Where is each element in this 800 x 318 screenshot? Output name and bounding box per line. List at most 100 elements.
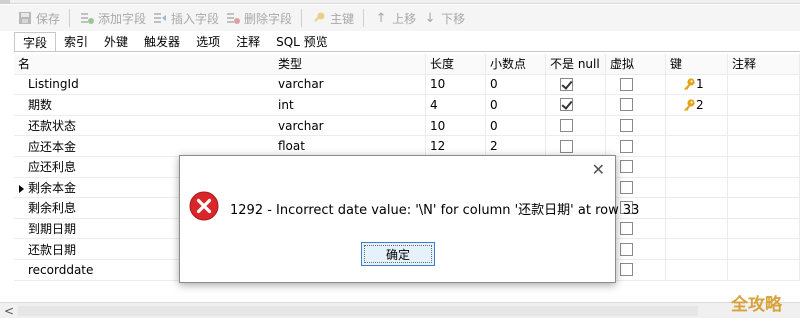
error-message: 1292 - Incorrect date value: '\N' for co… xyxy=(230,203,640,218)
add-field-button[interactable]: 添加字段 xyxy=(76,7,149,29)
primary-key-label: 主键 xyxy=(330,11,355,26)
cell-decimals[interactable]: 0 xyxy=(486,74,546,95)
horizontal-scrollbar[interactable]: < xyxy=(0,302,800,318)
cell-name[interactable]: 期数 xyxy=(14,95,264,115)
move-up-button[interactable]: ↑ 上移 xyxy=(370,7,419,29)
arrow-down-icon: ↓ xyxy=(424,10,436,26)
cell-type[interactable]: varchar xyxy=(274,115,426,136)
header-key[interactable]: 键 xyxy=(666,54,728,74)
key-icon xyxy=(311,10,327,26)
save-button[interactable]: 保存 xyxy=(14,7,63,29)
move-down-label: 下移 xyxy=(441,11,466,26)
cell-comment[interactable] xyxy=(728,156,800,177)
virtual-checkbox[interactable] xyxy=(620,242,633,256)
table-row[interactable]: 还款状态 varchar 10 0 xyxy=(14,115,800,137)
tab-divider xyxy=(14,51,800,52)
move-down-button[interactable]: ↓ 下移 xyxy=(419,7,468,29)
virtual-checkbox[interactable] xyxy=(620,222,633,236)
cell-key[interactable] xyxy=(666,156,728,177)
tab-options[interactable]: 选项 xyxy=(188,32,229,52)
cell-key[interactable] xyxy=(666,177,728,198)
add-field-icon xyxy=(79,10,95,26)
cell-comment[interactable] xyxy=(728,177,800,198)
cell-not-null xyxy=(546,115,606,136)
cell-decimals[interactable]: 0 xyxy=(486,95,546,115)
key-order: 2 xyxy=(696,97,704,112)
table-row[interactable]: 期数 int 4 0 2 xyxy=(14,95,800,116)
cell-name[interactable]: 还款状态 xyxy=(14,116,264,136)
tab-comment[interactable]: 注释 xyxy=(228,32,269,52)
cell-virtual xyxy=(606,115,666,136)
cell-name[interactable]: 应还本金 xyxy=(14,136,264,156)
cell-comment[interactable] xyxy=(728,198,800,218)
save-label: 保存 xyxy=(36,11,61,26)
cell-decimals[interactable]: 2 xyxy=(486,136,546,156)
cell-key[interactable] xyxy=(666,115,728,136)
virtual-checkbox[interactable] xyxy=(620,119,633,133)
delete-field-button[interactable]: 删除字段 xyxy=(222,7,295,29)
header-not-null[interactable]: 不是 null xyxy=(546,54,606,74)
not-null-checkbox[interactable] xyxy=(560,119,573,133)
cell-virtual xyxy=(606,95,666,115)
not-null-checkbox[interactable] xyxy=(560,139,573,153)
virtual-checkbox[interactable] xyxy=(620,180,633,194)
cell-comment[interactable] xyxy=(728,115,800,136)
header-type[interactable]: 类型 xyxy=(274,54,426,74)
cell-length[interactable]: 10 xyxy=(426,74,486,95)
primary-key-button[interactable]: 主键 xyxy=(308,7,357,29)
table-row[interactable]: ListingId varchar 10 0 1 xyxy=(14,74,800,96)
table-row[interactable]: 应还本金 float 12 2 xyxy=(14,136,800,157)
header-length[interactable]: 长度 xyxy=(426,54,486,74)
cell-key[interactable] xyxy=(666,259,728,280)
virtual-checkbox[interactable] xyxy=(620,263,633,277)
tab-foreign-keys[interactable]: 外键 xyxy=(96,32,137,52)
cell-key[interactable] xyxy=(666,136,728,156)
virtual-checkbox[interactable] xyxy=(620,160,633,174)
cell-name[interactable]: ListingId xyxy=(14,75,264,95)
cell-type[interactable]: varchar xyxy=(274,74,426,95)
cell-key[interactable] xyxy=(666,239,728,259)
cell-length[interactable]: 10 xyxy=(426,115,486,136)
not-null-checkbox[interactable] xyxy=(560,98,573,112)
cell-decimals[interactable]: 0 xyxy=(486,115,546,136)
window-top-strip xyxy=(0,0,800,4)
cell-type[interactable]: int xyxy=(274,95,426,115)
delete-field-icon xyxy=(225,10,241,26)
cell-comment[interactable] xyxy=(728,218,800,239)
cell-comment[interactable] xyxy=(728,259,800,280)
cell-key[interactable] xyxy=(666,198,728,218)
tab-triggers[interactable]: 触发器 xyxy=(136,32,189,52)
tab-sql-preview[interactable]: SQL 预览 xyxy=(268,32,336,52)
insert-field-button[interactable]: 插入字段 xyxy=(149,7,222,29)
primary-key-indicator: 1 xyxy=(682,77,704,91)
toolbar-divider xyxy=(301,9,303,27)
cell-key[interactable]: 1 xyxy=(666,74,728,95)
save-icon xyxy=(17,10,33,26)
cell-length[interactable]: 4 xyxy=(426,95,486,115)
scrollbar-thumb[interactable] xyxy=(18,306,698,316)
virtual-checkbox[interactable] xyxy=(620,77,633,91)
cell-comment[interactable] xyxy=(728,239,800,259)
grid-header-row: 名 类型 长度 小数点 不是 null 虚拟 键 注释 xyxy=(14,54,800,75)
cell-length[interactable]: 12 xyxy=(426,136,486,156)
tab-fields[interactable]: 字段 xyxy=(14,32,57,52)
header-comment[interactable]: 注释 xyxy=(728,54,800,74)
cell-key[interactable]: 2 xyxy=(666,95,728,115)
not-null-checkbox[interactable] xyxy=(560,77,573,91)
header-decimals[interactable]: 小数点 xyxy=(486,54,546,74)
cell-comment[interactable] xyxy=(728,74,800,95)
tab-bar: 字段 索引 外键 触发器 选项 注释 SQL 预览 xyxy=(14,31,336,52)
tab-indexes[interactable]: 索引 xyxy=(56,32,97,52)
cell-comment[interactable] xyxy=(728,95,800,115)
ok-button[interactable]: 确定 xyxy=(361,242,435,266)
virtual-checkbox[interactable] xyxy=(620,139,633,153)
watermark-logo: 全攻略 xyxy=(731,295,782,315)
cell-key[interactable] xyxy=(666,218,728,239)
scroll-left-icon[interactable]: < xyxy=(4,303,14,318)
header-name[interactable]: 名 xyxy=(14,54,264,74)
cell-comment[interactable] xyxy=(728,136,800,156)
cell-type[interactable]: float xyxy=(274,136,426,156)
close-icon[interactable]: ✕ xyxy=(592,162,605,178)
header-virtual[interactable]: 虚拟 xyxy=(606,54,666,74)
virtual-checkbox[interactable] xyxy=(620,98,633,112)
